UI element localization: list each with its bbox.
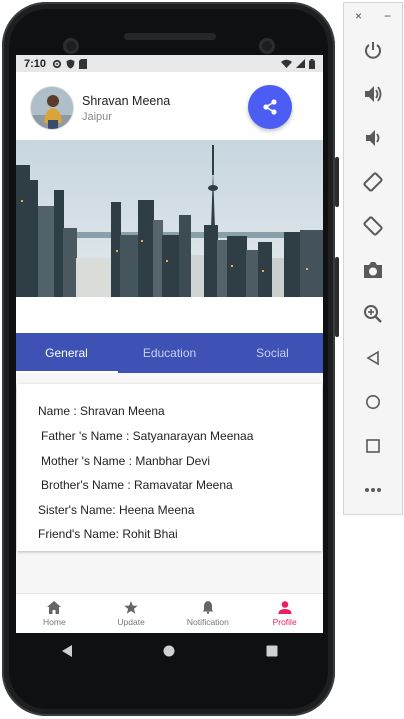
screenshot-button[interactable] [360,257,386,283]
nav-update-label: Update [117,616,145,627]
star-icon [124,600,138,614]
tab-general[interactable]: General [16,333,118,373]
earpiece-speaker [124,33,216,40]
detail-name: Name : Shravan Meena [38,404,165,418]
front-camera-right [259,38,275,54]
emulator-toolbar: × − [343,2,403,515]
shield-status-icon [66,59,75,68]
tab-social[interactable]: Social [221,333,323,373]
nav-home[interactable]: Home [16,594,93,633]
rotate-right-icon [363,216,383,236]
share-button[interactable] [248,85,292,129]
nav-notification[interactable]: Notification [170,594,247,633]
system-navigation-bar [16,633,323,669]
zoom-icon [364,305,382,323]
app-screen: 7:10 Shravan Meena Jaipur General Educat… [16,55,323,633]
sd-card-status-icon [79,58,88,69]
avatar[interactable] [30,86,74,130]
volume-side-button [335,257,339,337]
rotate-left-button[interactable] [360,169,386,195]
city-skyline-image [16,140,323,297]
volume-down-button[interactable] [360,125,386,151]
rotate-right-button[interactable] [360,213,386,239]
volume-up-icon [365,86,382,102]
emulator-close-button[interactable]: × [355,9,362,23]
power-button[interactable] [360,37,386,63]
tab-education[interactable]: Education [118,333,221,373]
front-camera-left [63,38,79,54]
home-circle-icon [366,395,380,409]
volume-down-icon [366,130,380,146]
more-button[interactable] [360,477,386,503]
nav-profile-label: Profile [272,616,297,627]
overview-button[interactable] [360,433,386,459]
profile-tabs: General Education Social [16,333,323,373]
general-details-card: Name : Shravan Meena Father 's Name : Sa… [17,384,322,551]
profile-header: Shravan Meena Jaipur [16,72,323,140]
system-home-icon[interactable] [162,644,176,658]
nav-profile[interactable]: Profile [246,594,323,633]
wifi-status-icon [281,59,292,68]
settings-status-icon [52,59,62,68]
system-back-icon[interactable] [60,644,74,658]
system-recents-icon[interactable] [265,644,279,658]
volume-up-button[interactable] [360,81,386,107]
signal-status-icon [296,59,305,68]
detail-brother-name: Brother's Name : Ramavatar Meena [41,478,233,492]
home-button[interactable] [360,389,386,415]
user-location: Jaipur [82,111,112,123]
power-side-button [335,157,339,207]
emulator-minimize-button[interactable]: − [384,9,391,23]
nav-notification-label: Notification [186,617,229,627]
camera-icon [364,262,382,278]
rotate-left-icon [363,172,383,192]
nav-update[interactable]: Update [93,594,170,633]
user-name: Shravan Meena [82,94,171,108]
back-icon [366,350,379,366]
bell-icon [202,601,214,614]
person-icon [278,600,292,614]
avatar-photo [31,87,73,129]
power-icon [365,42,381,59]
status-bar: 7:10 [16,55,323,72]
cover-image [16,140,323,297]
detail-friend-name: Friend's Name: Rohit Bhai [38,527,178,541]
detail-sister-name: Sister's Name: Heena Meena [38,503,195,517]
more-icon [365,488,381,492]
detail-father-name: Father 's Name : Satyanarayan Meenaa [41,429,254,443]
nav-home-label: Home [43,616,66,627]
cover-spacer [16,297,323,333]
battery-status-icon [309,58,315,69]
zoom-button[interactable] [360,301,386,327]
share-icon [263,99,277,115]
overview-icon [366,439,380,453]
back-button[interactable] [360,345,386,371]
status-time: 7:10 [24,57,47,70]
emulator-stage: 7:10 Shravan Meena Jaipur General Educat… [0,0,404,719]
bottom-navigation: Home Update Notification Profile [16,593,323,633]
detail-mother-name: Mother 's Name : Manbhar Devi [41,454,211,468]
home-icon [47,600,62,614]
